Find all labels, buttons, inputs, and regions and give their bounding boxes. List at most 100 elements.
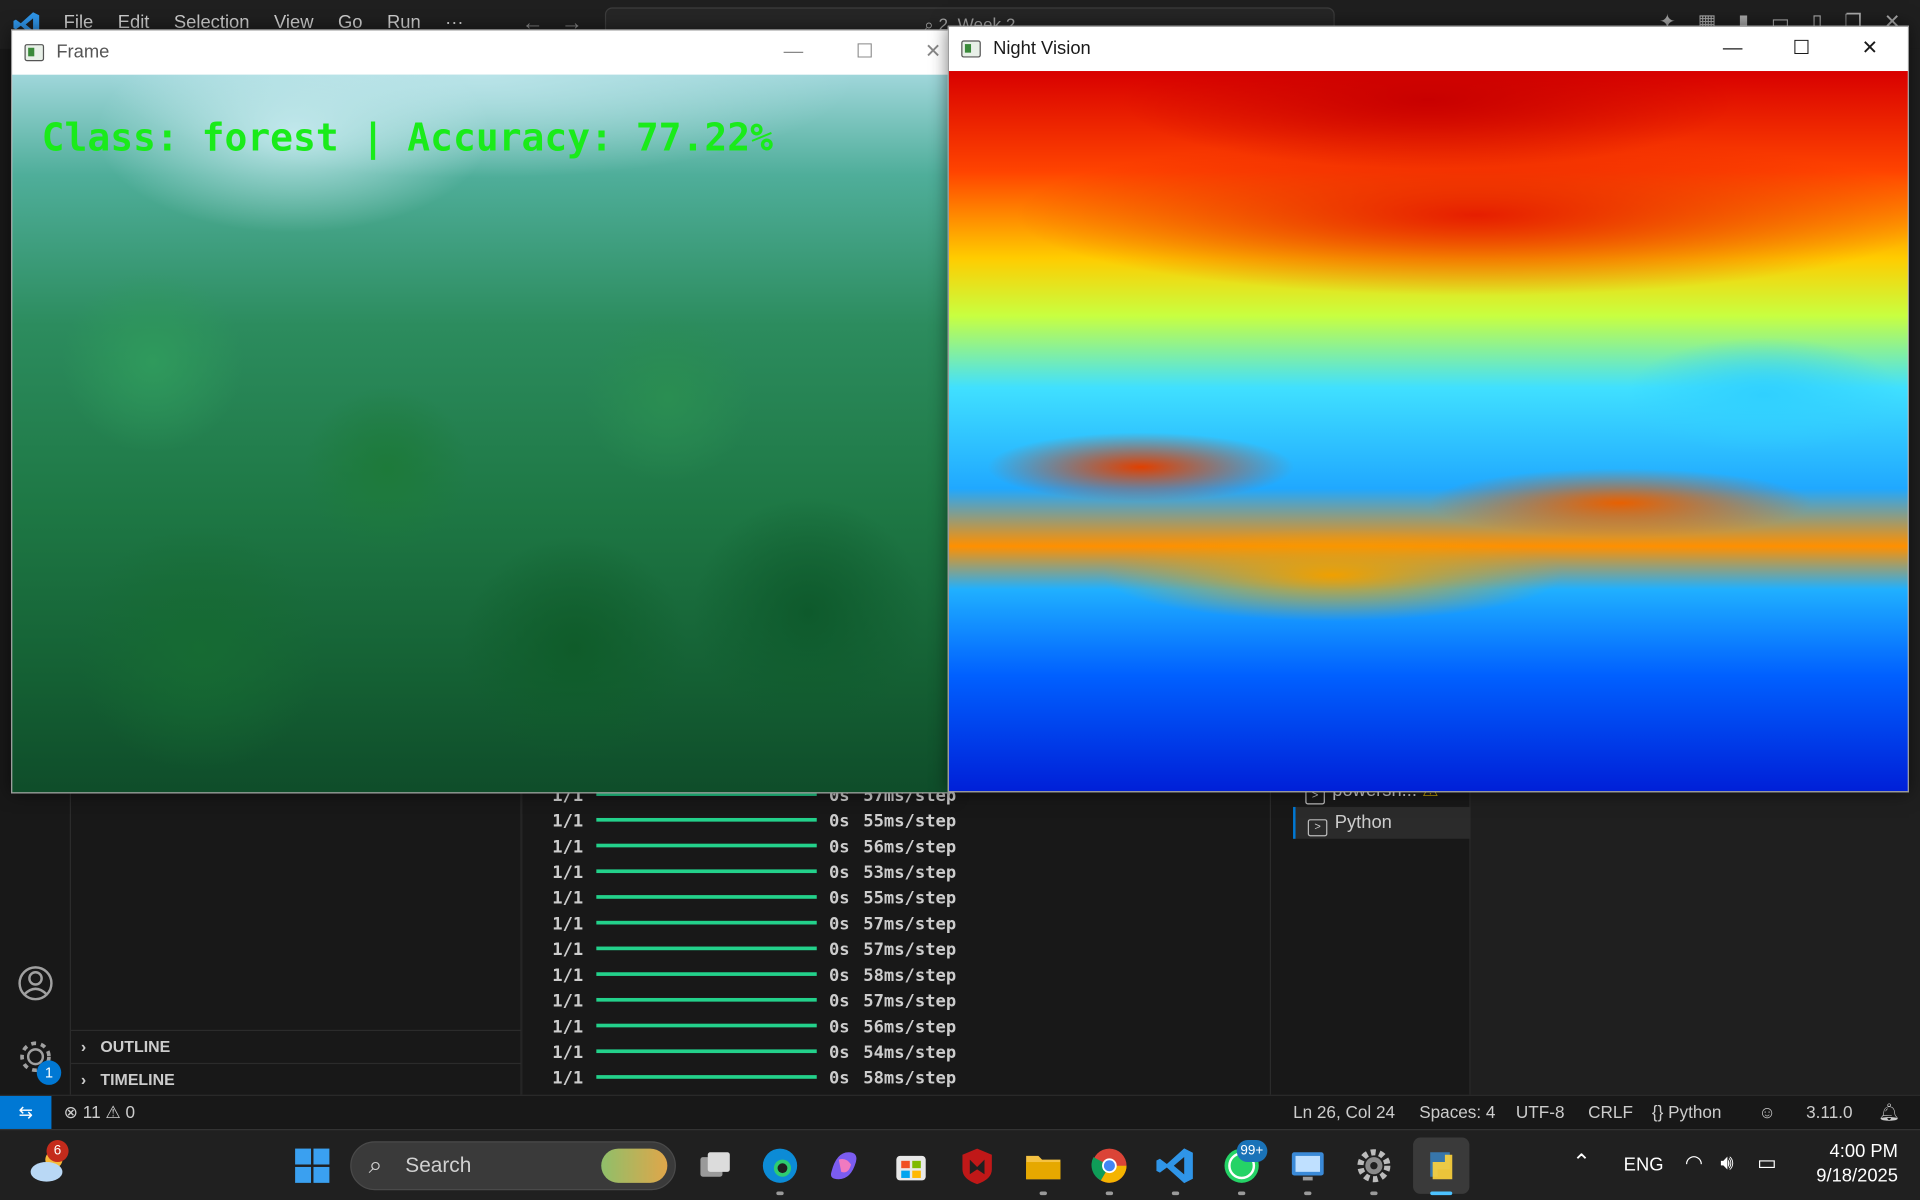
language-label: Python [1668,1102,1722,1122]
taskbar-search-box[interactable]: ⌕ Search [350,1141,676,1191]
terminal-icon: > [1307,819,1328,837]
step-time: 57ms/step [863,991,957,1012]
timeline-section[interactable]: › TIMELINE [71,1062,522,1095]
app-window-icon [24,44,45,62]
show-hidden-icons-icon[interactable]: ⌃ [1572,1150,1590,1176]
copilot-icon[interactable] [824,1145,866,1187]
night-vision-title-bar[interactable]: Night Vision — ☐ ✕ [948,26,1908,72]
terminal-line: 1/1 0s 58ms/step [552,966,956,992]
step-time: 56ms/step [863,1017,957,1038]
vscode-taskbar-icon[interactable] [1155,1145,1197,1187]
elapsed: 0s [828,837,850,858]
remote-desktop-icon[interactable] [1287,1145,1329,1187]
minimize-icon[interactable]: — [765,31,821,75]
microsoft-store-icon[interactable] [890,1145,932,1187]
indentation[interactable]: Spaces: 4 [1419,1096,1495,1129]
language-mode[interactable]: {} Python [1652,1096,1722,1129]
step-time: 54ms/step [863,1043,957,1063]
progress-bar [596,843,817,847]
step-count: 1/1 [552,1068,584,1089]
encoding[interactable]: UTF-8 [1516,1096,1565,1129]
desktop: File Edit Selection View Go Run ··· ←→ ⌕… [0,0,1920,1200]
terminal-line: 1/1 0s 57ms/step [552,940,956,966]
problems-indicator[interactable]: ⊗ 11 ⚠ 0 [64,1096,135,1129]
classification-overlay: Class: forest | Accuracy: 77.22% [41,116,773,161]
mcafee-icon[interactable] [956,1145,998,1187]
running-indicator [1370,1191,1378,1196]
chrome-icon[interactable] [1089,1145,1131,1187]
clock-time: 4:00 PM [1829,1141,1898,1163]
taskbar: 6 ⌕ Search 99+ ⌃ ENG ◠ 🔊︎ ▭ 4:00 PM 9/18… [0,1128,1920,1200]
step-time: 53ms/step [863,863,957,883]
status-bar: ⇆ ⊗ 11 ⚠ 0 Ln 26, Col 24 Spaces: 4 UTF-8… [0,1094,1920,1129]
line-ending[interactable]: CRLF [1588,1096,1633,1129]
elapsed: 0s [828,966,850,986]
error-count: 11 [82,1102,101,1122]
step-count: 1/1 [552,940,584,961]
warning-count: 0 [125,1102,136,1122]
camera-frame-image: Class: forest | Accuracy: 77.22% [12,74,949,793]
search-highlight-icon [601,1148,668,1183]
step-count: 1/1 [552,811,584,832]
python-interpreter[interactable]: 3.11.0 [1806,1096,1852,1129]
step-time: 58ms/step [863,1068,957,1089]
copilot-status-icon[interactable]: ☺ [1758,1096,1776,1129]
maximize-icon[interactable]: ☐ [1773,27,1829,71]
step-time: 56ms/step [863,837,957,858]
remote-indicator-icon[interactable]: ⇆ [0,1095,52,1129]
terminal-tab-python[interactable]: > Python [1293,806,1472,839]
maximize-icon[interactable]: ☐ [836,31,892,75]
step-count: 1/1 [552,966,584,986]
minimize-icon[interactable]: — [1705,27,1761,71]
start-windows-icon[interactable] [291,1145,333,1187]
step-count: 1/1 [552,991,584,1012]
close-icon[interactable]: ✕ [1842,27,1898,71]
file-explorer-icon[interactable] [1022,1145,1064,1187]
night-vision-image [948,71,1908,792]
progress-bar [596,997,817,1002]
progress-bar [596,920,817,924]
python-app-icon[interactable] [1413,1137,1470,1194]
clock-date: 9/18/2025 [1816,1165,1898,1187]
elapsed: 0s [828,991,850,1012]
edge-browser-icon[interactable] [759,1145,801,1187]
elapsed: 0s [828,811,850,832]
terminal-line: 1/1 0s 58ms/step [552,1069,956,1095]
elapsed: 0s [828,1068,850,1089]
battery-icon[interactable]: ▭ [1757,1151,1777,1175]
elapsed: 0s [828,914,850,935]
manage-badge: 1 [36,1060,62,1085]
outline-section[interactable]: › OUTLINE [71,1029,522,1062]
elapsed: 0s [828,863,850,883]
warning-icon: ⚠ [105,1102,121,1122]
active-indicator [1430,1191,1453,1196]
progress-bar [596,945,817,950]
wifi-icon[interactable]: ◠ [1685,1151,1703,1175]
running-indicator [776,1191,784,1196]
terminal-line: 1/1 0s 55ms/step [552,812,956,838]
frame-title-bar[interactable]: Frame — ☐ ✕ [12,30,949,75]
progress-bar [596,894,817,899]
step-count: 1/1 [552,914,584,935]
account-icon[interactable] [15,962,57,1004]
night-vision-window[interactable]: Night Vision — ☐ ✕ [947,25,1909,793]
elapsed: 0s [828,940,850,961]
step-count: 1/1 [552,888,584,909]
clock[interactable]: 4:00 PM 9/18/2025 [1802,1141,1898,1186]
volume-icon[interactable]: 🔊︎ [1720,1151,1733,1175]
step-count: 1/1 [552,837,584,858]
elapsed: 0s [828,1043,850,1063]
settings-gear-icon[interactable] [1353,1145,1395,1187]
frame-window[interactable]: Frame — ☐ ✕ Class: forest | Accuracy: 77… [11,29,951,794]
cursor-position[interactable]: Ln 26, Col 24 [1293,1096,1395,1129]
search-label: Search [405,1153,472,1177]
frame-title: Frame [56,41,110,63]
whatsapp-badge: 99+ [1236,1140,1267,1163]
braces-icon: {} [1651,1102,1664,1122]
notifications-bell-icon[interactable]: 🔔︎ [1878,1096,1900,1129]
terminal-line: 1/1 0s 54ms/step [552,1043,956,1069]
task-view-icon[interactable] [694,1145,736,1187]
input-language[interactable]: ENG [1624,1155,1664,1176]
progress-bar [596,817,817,822]
terminal-line: 1/1 0s 55ms/step [552,889,956,915]
